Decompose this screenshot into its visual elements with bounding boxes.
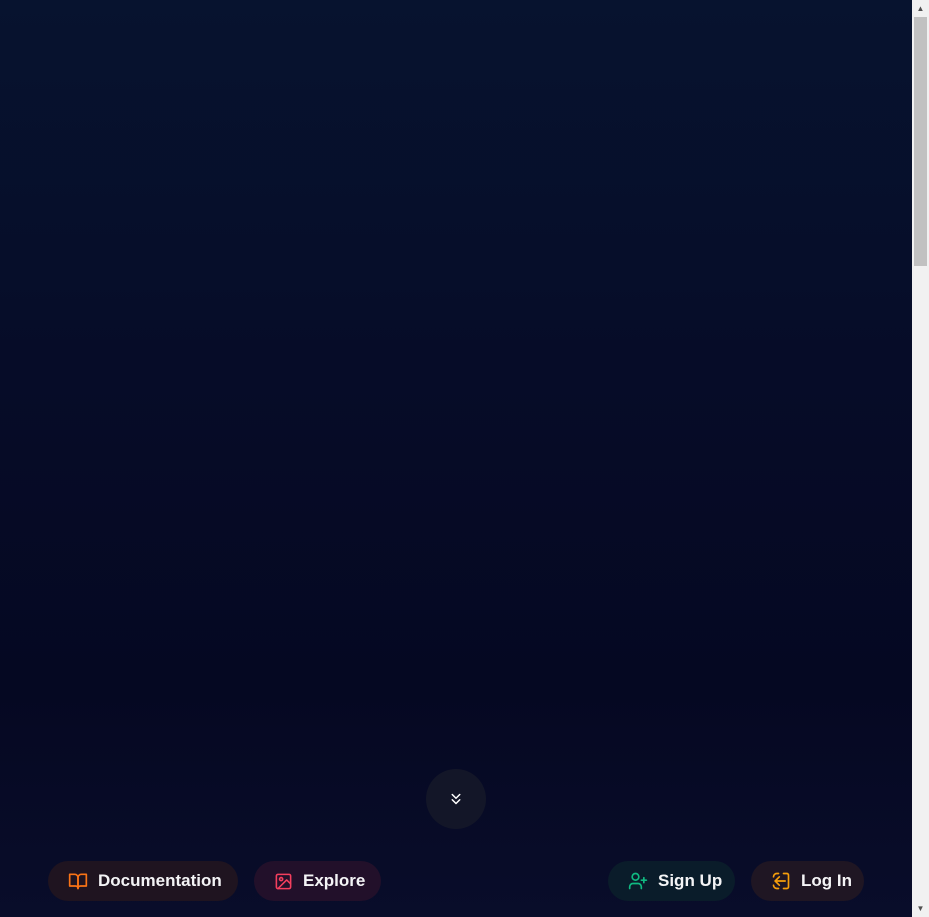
sign-up-label: Sign Up: [658, 871, 723, 890]
scroll-up-arrow-icon[interactable]: ▲: [912, 0, 929, 17]
scroll-down-button[interactable]: [426, 769, 486, 829]
book-icon: [68, 873, 88, 890]
sign-up-button[interactable]: Sign Up: [608, 861, 735, 901]
log-in-button[interactable]: Log In: [751, 861, 864, 901]
explore-button[interactable]: Explore: [254, 861, 381, 901]
explore-label: Explore: [303, 871, 366, 890]
documentation-label: Documentation: [98, 871, 222, 890]
vertical-scrollbar[interactable]: ▲ ▼: [912, 0, 929, 917]
scroll-down-arrow-icon[interactable]: ▼: [912, 900, 929, 917]
log-in-icon: [772, 872, 790, 890]
hero-background: Documentation Explore Sign Up Log In: [0, 0, 912, 917]
documentation-button[interactable]: Documentation: [48, 861, 238, 901]
chevrons-down-icon: [451, 793, 461, 805]
user-plus-icon: [628, 872, 648, 890]
image-icon: [275, 873, 292, 889]
log-in-label: Log In: [801, 871, 852, 890]
scrollbar-thumb[interactable]: [914, 17, 927, 266]
